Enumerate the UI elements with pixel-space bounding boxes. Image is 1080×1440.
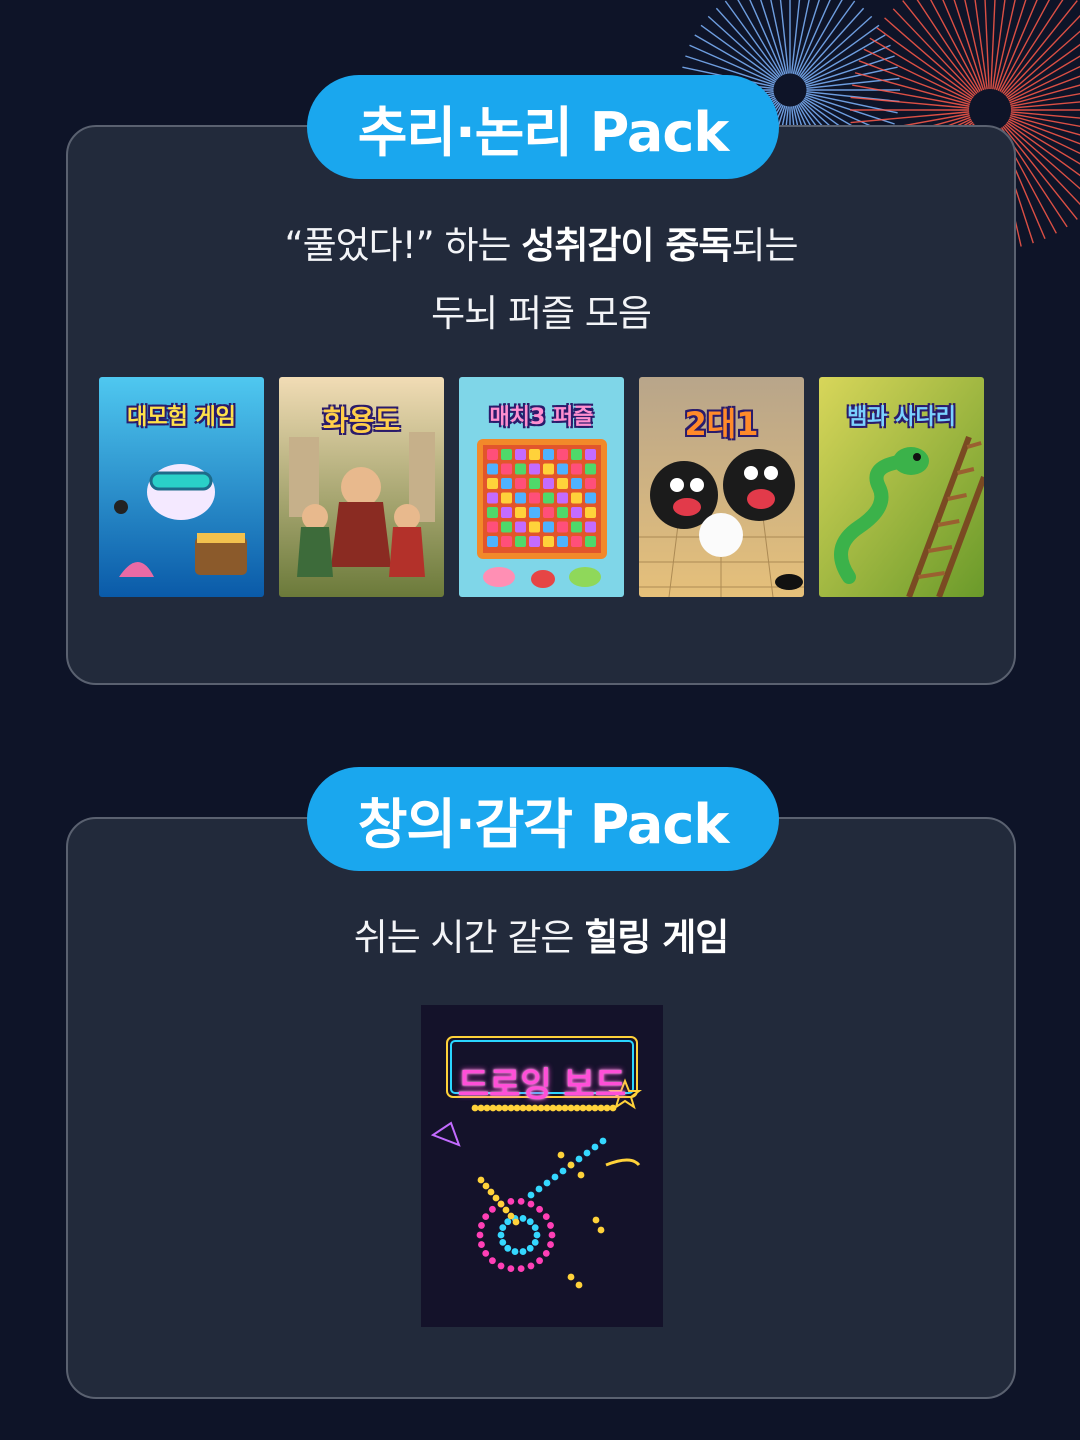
game-thumbnail-adventure[interactable]: 대모험 게임 bbox=[99, 377, 264, 597]
pack-title-badge: 추리·논리 Pack bbox=[309, 77, 777, 177]
game-title: 2대1 bbox=[684, 405, 759, 443]
description-text: “풀었다!” 하는 bbox=[284, 224, 522, 267]
game-title: 화용도 bbox=[322, 404, 401, 437]
description-text: 쉬는 시간 같은 bbox=[353, 916, 585, 959]
game-thumbnail-row: 대모험 게임 화용도 매치3 퍼즐 2대1 뱀과 사다리 bbox=[99, 377, 984, 597]
description-line-2: 두뇌 퍼즐 모음 bbox=[68, 280, 1014, 348]
pack-card-creative: 창의·감각 Pack 쉬는 시간 같은 힐링 게임 드로잉 보드 bbox=[66, 769, 1016, 1399]
pack-title: 창의·감각 Pack bbox=[357, 792, 730, 856]
description-highlight: 힐링 게임 bbox=[584, 916, 729, 959]
pack-description: “풀었다!” 하는 성취감이 중독되는 두뇌 퍼즐 모음 bbox=[68, 212, 1014, 348]
pack-title: 추리·논리 Pack bbox=[357, 100, 730, 164]
game-thumbnail-snake-ladder[interactable]: 뱀과 사다리 bbox=[819, 377, 984, 597]
game-thumbnail-match3[interactable]: 매치3 퍼즐 bbox=[459, 377, 624, 597]
description-text: 되는 bbox=[731, 224, 798, 267]
neon-drawing-board-icon bbox=[421, 1005, 663, 1327]
game-title: 뱀과 사다리 bbox=[847, 405, 956, 430]
game-title: 매치3 퍼즐 bbox=[489, 405, 594, 430]
description-line-1: 쉬는 시간 같은 힐링 게임 bbox=[68, 904, 1014, 972]
pack-title-badge: 창의·감각 Pack bbox=[309, 769, 777, 869]
game-thumbnail-drawing-board[interactable]: 드로잉 보드 bbox=[421, 1005, 663, 1327]
description-line-1: “풀었다!” 하는 성취감이 중독되는 bbox=[68, 212, 1014, 280]
description-highlight: 성취감이 중독 bbox=[521, 224, 732, 267]
game-title: 드로잉 보드 bbox=[457, 1065, 627, 1105]
game-thumbnail-hwayongdo[interactable]: 화용도 bbox=[279, 377, 444, 597]
description-text: 두뇌 퍼즐 모음 bbox=[431, 292, 652, 335]
game-thumbnail-2vs1[interactable]: 2대1 bbox=[639, 377, 804, 597]
game-title: 대모험 게임 bbox=[127, 405, 236, 430]
pack-card-logic: 추리·논리 Pack “풀었다!” 하는 성취감이 중독되는 두뇌 퍼즐 모음 … bbox=[66, 77, 1016, 685]
pack-description: 쉬는 시간 같은 힐링 게임 bbox=[68, 904, 1014, 972]
